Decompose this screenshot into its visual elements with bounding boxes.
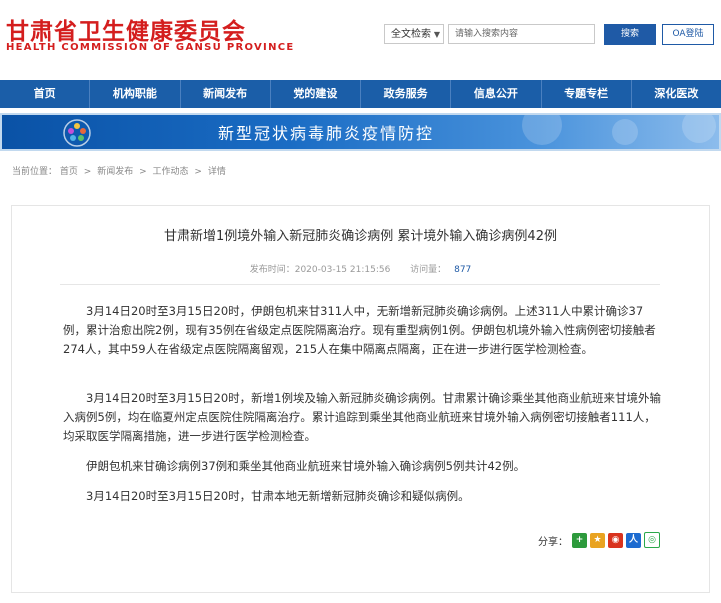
share-label: 分享：	[538, 536, 568, 548]
nav-item-functions[interactable]: 机构职能	[90, 80, 181, 108]
breadcrumb-separator: >	[194, 167, 202, 177]
article-paragraph: 3月14日20时至3月15日20时，甘肃本地无新增新冠肺炎确诊和疑似病例。	[86, 489, 470, 503]
publish-time: 2020-03-15 21:15:56	[294, 265, 391, 275]
search-scope-label: 全文检索	[391, 29, 431, 40]
share-bar: 分享： + ★ ◉ 人 ◎	[538, 532, 660, 548]
nav-item-party[interactable]: 党的建设	[271, 80, 361, 108]
wechat-icon[interactable]: ◎	[644, 532, 660, 548]
visits-label: 访问量：	[410, 265, 447, 275]
breadcrumb-separator: >	[83, 167, 92, 177]
breadcrumb-work[interactable]: 工作动态	[153, 167, 189, 177]
weibo-icon[interactable]: ◉	[608, 532, 623, 548]
article-paragraph: 3月14日20时至3月15日20时，伊朗包机来甘311人中，无新增新冠肺炎确诊病…	[63, 304, 656, 356]
breadcrumb-detail: 详情	[207, 167, 226, 177]
article-paragraph: 3月14日20时至3月15日20时，新增1例埃及输入新冠肺炎确诊病例。甘肃累计确…	[63, 391, 661, 443]
search-input[interactable]	[448, 24, 595, 44]
site-logo-en[interactable]: HEALTH COMMISSION OF GANSU PROVINCE	[6, 42, 295, 53]
article-meta: 发布时间：2020-03-15 21:15:56 访问量： 877	[12, 262, 709, 275]
nav-item-topics[interactable]: 专题专栏	[542, 80, 632, 108]
article-container: 甘肃新增1例境外输入新冠肺炎确诊病例 累计境外输入确诊病例42例 发布时间：20…	[11, 205, 710, 593]
renren-icon[interactable]: 人	[626, 532, 641, 548]
nav-item-services[interactable]: 政务服务	[361, 80, 452, 108]
virus-decoration	[522, 115, 562, 145]
epidemic-banner[interactable]: 新型冠状病毒肺炎疫情防控	[0, 113, 721, 151]
publish-time-label: 发布时间：	[249, 265, 295, 275]
qzone-star-icon[interactable]: ★	[590, 532, 605, 548]
nav-item-news[interactable]: 新闻发布	[181, 80, 271, 108]
breadcrumb-home[interactable]: 首页	[60, 167, 78, 177]
article-body: 3月14日20时至3月15日20时，伊朗包机来甘311人中，无新增新冠肺炎确诊病…	[63, 302, 663, 506]
nav-item-reform[interactable]: 深化医改	[632, 80, 721, 108]
visits-count: 877	[454, 265, 472, 275]
nav-item-disclosure[interactable]: 信息公开	[451, 80, 542, 108]
search-scope-select[interactable]: 全文检索 ▼	[384, 24, 444, 44]
search-button[interactable]: 搜索	[604, 24, 656, 45]
chevron-down-icon: ▼	[433, 30, 440, 39]
plus-share-icon[interactable]: +	[572, 532, 587, 548]
oa-login-button[interactable]: OA登陆	[662, 24, 714, 45]
virus-decoration	[682, 115, 716, 143]
main-nav: 首页 机构职能 新闻发布 党的建设 政务服务 信息公开 专题专栏 深化医改	[0, 80, 721, 108]
site-header: 甘肃省卫生健康委员会 HEALTH COMMISSION OF GANSU PR…	[0, 0, 721, 80]
health-emblem-icon	[63, 119, 91, 147]
banner-title: 新型冠状病毒肺炎疫情防控	[218, 124, 435, 143]
breadcrumb: 当前位置： 首页 > 新闻发布 > 工作动态 > 详情	[12, 164, 226, 177]
title-divider	[60, 284, 660, 285]
breadcrumb-separator: >	[139, 167, 147, 177]
article-title: 甘肃新增1例境外输入新冠肺炎确诊病例 累计境外输入确诊病例42例	[164, 229, 557, 244]
virus-decoration	[612, 119, 638, 145]
breadcrumb-news[interactable]: 新闻发布	[97, 167, 133, 177]
breadcrumb-label: 当前位置：	[12, 167, 58, 177]
site-logo-cn[interactable]: 甘肃省卫生健康委员会	[6, 12, 246, 46]
nav-item-home[interactable]: 首页	[0, 80, 91, 108]
article-paragraph: 伊朗包机来甘确诊病例37例和乘坐其他商业航班来甘境外输入确诊病例5例共计42例。	[86, 459, 526, 473]
